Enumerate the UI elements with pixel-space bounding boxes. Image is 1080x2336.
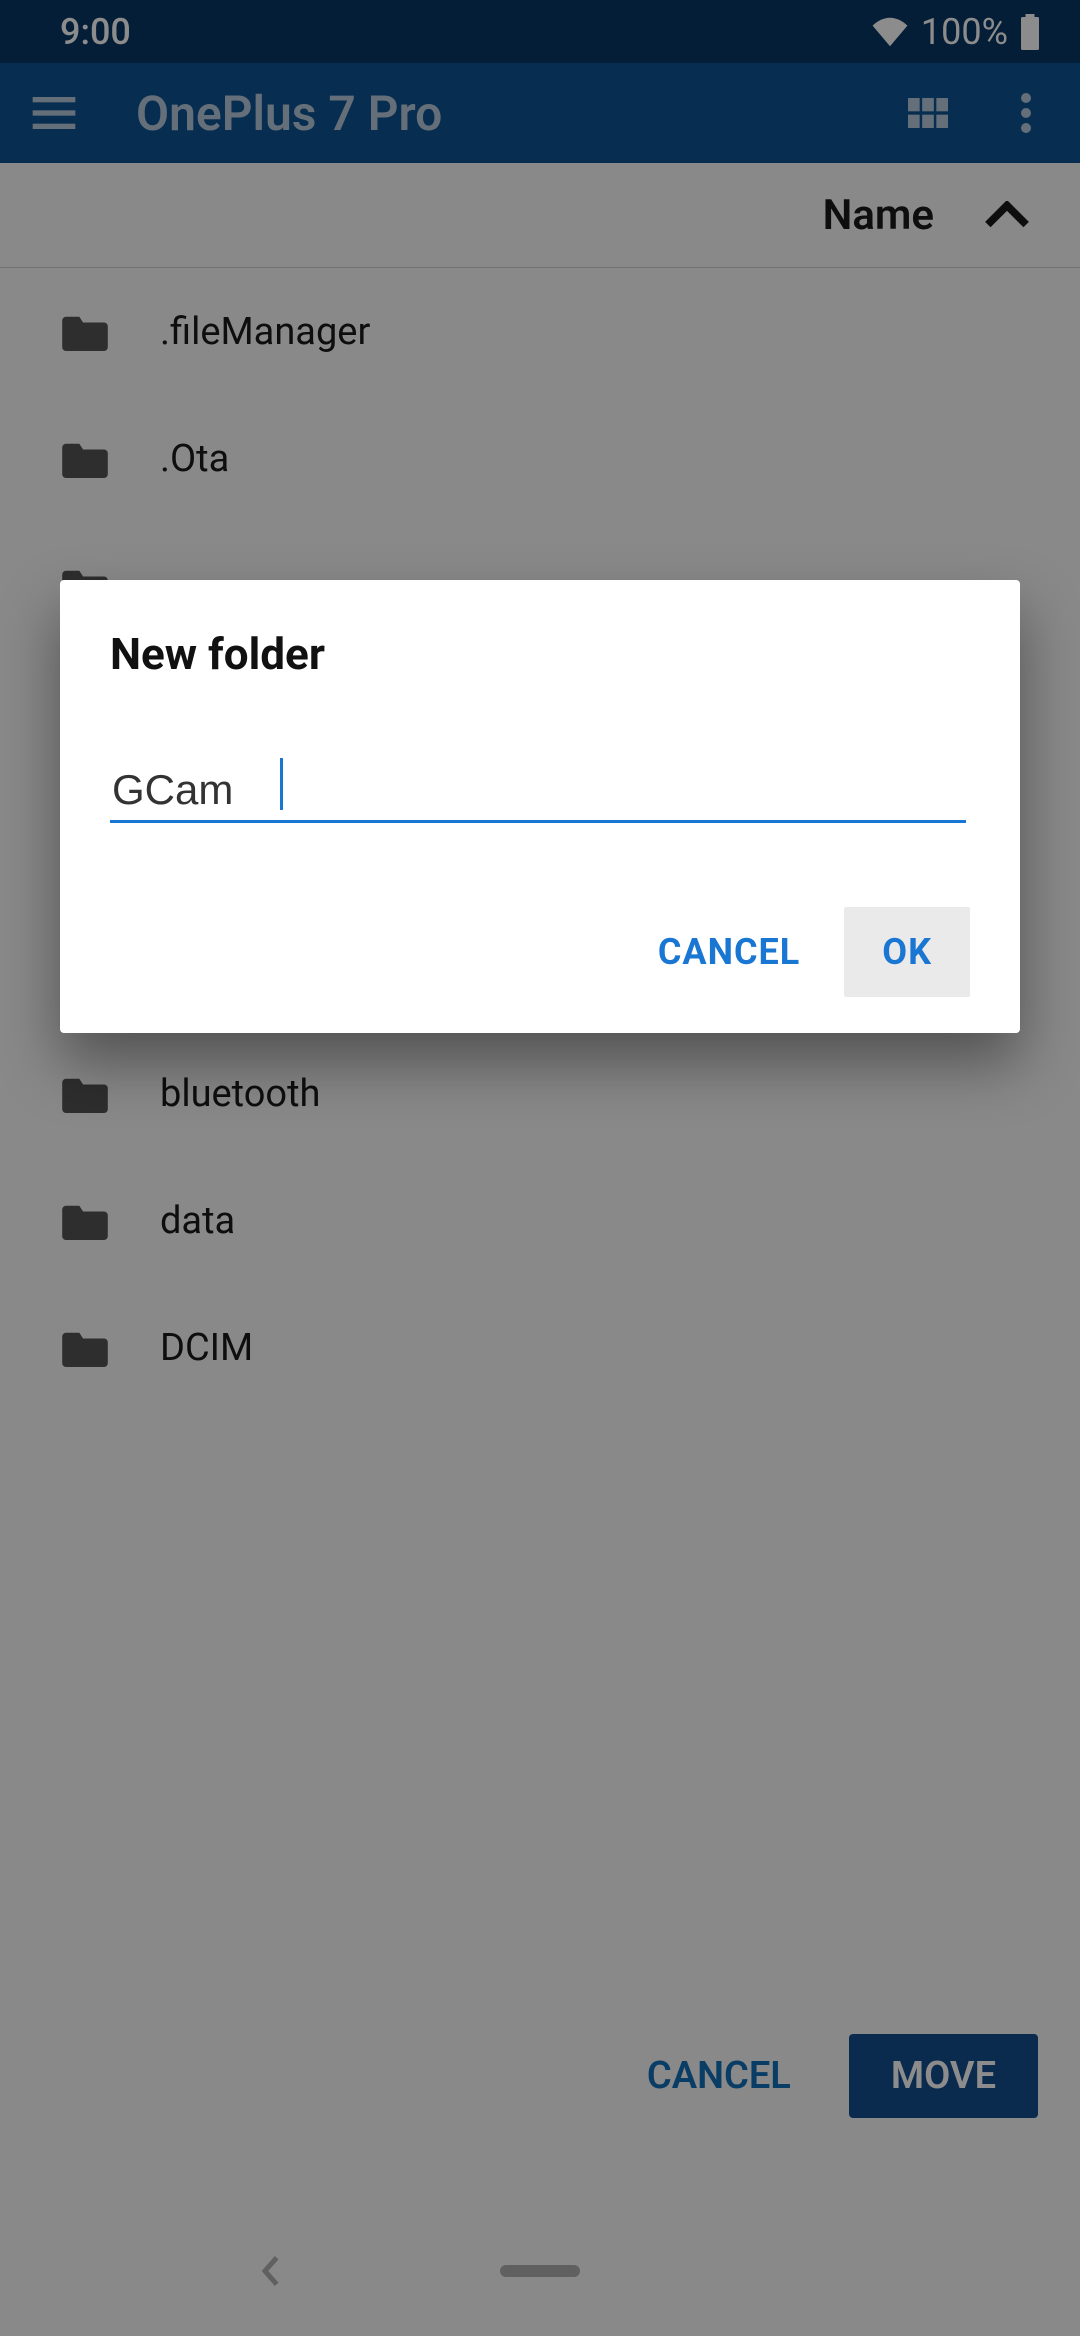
- dialog-title: New folder: [110, 628, 970, 680]
- text-cursor: [280, 758, 283, 810]
- dialog-actions: CANCEL OK: [110, 907, 970, 997]
- modal-scrim[interactable]: [0, 0, 1080, 2336]
- folder-name-input[interactable]: [110, 760, 966, 823]
- dialog-ok-button[interactable]: OK: [844, 907, 970, 997]
- dialog-cancel-button[interactable]: CANCEL: [658, 931, 800, 973]
- new-folder-dialog: New folder CANCEL OK: [60, 580, 1020, 1033]
- dialog-input-wrap: [110, 760, 970, 823]
